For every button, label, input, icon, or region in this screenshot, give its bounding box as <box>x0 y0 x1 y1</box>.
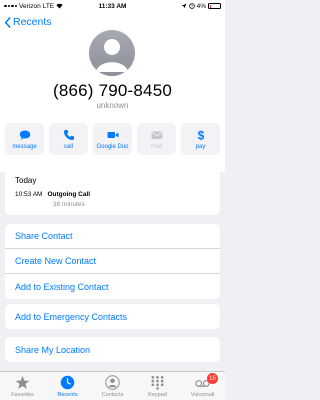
pay-button[interactable]: $ pay <box>181 123 220 155</box>
add-to-existing-contact-button[interactable]: Add to Existing Contact <box>5 274 220 299</box>
alarm-icon <box>188 3 195 9</box>
chevron-left-icon <box>4 16 11 28</box>
mail-icon <box>151 131 162 139</box>
phone-number: (866) 790-8450 <box>52 81 173 100</box>
tab-favorites-label: Favorites <box>11 392 34 398</box>
back-label: Recents <box>13 16 52 28</box>
svg-text:$: $ <box>197 129 204 141</box>
add-to-emergency-contacts-button[interactable]: Add to Emergency Contacts <box>5 304 220 329</box>
tab-keypad-label: Keypad <box>148 392 167 398</box>
status-bar: Verizon LTE 11:33 AM 4% <box>0 0 225 12</box>
mail-button[interactable]: mail <box>137 123 176 155</box>
call-date: Today <box>15 176 37 185</box>
tab-favorites[interactable]: Favorites <box>0 372 45 400</box>
pay-label: pay <box>195 143 206 150</box>
back-button[interactable]: Recents <box>4 16 52 28</box>
call-history-card: Today 10:53 AM Outgoing Call 38 minutes <box>5 167 220 215</box>
tab-contacts[interactable]: Contacts <box>90 372 135 400</box>
person-icon <box>105 375 120 390</box>
clock-icon <box>60 375 75 390</box>
call-type: Outgoing Call <box>47 191 91 198</box>
contact-header: Recents (866) 790-8450 unknown message c… <box>0 12 225 172</box>
contact-avatar <box>89 30 135 76</box>
phone-icon <box>63 129 74 140</box>
quick-actions: message call Google Duo mail $ pay <box>5 123 220 155</box>
network-type: LTE <box>42 2 55 10</box>
google-duo-label: Google Duo <box>96 143 129 150</box>
keypad-icon <box>151 376 164 390</box>
star-icon <box>15 375 30 389</box>
contact-label: unknown <box>96 101 129 110</box>
message-button[interactable]: message <box>5 123 44 155</box>
call-entry: 10:53 AM Outgoing Call <box>15 191 90 198</box>
signal-strength-icon <box>4 4 17 8</box>
emergency-group: Add to Emergency Contacts <box>5 304 220 329</box>
call-label: call <box>63 143 73 150</box>
tab-recents[interactable]: Recents <box>45 372 90 400</box>
tab-contacts-label: Contacts <box>101 392 124 398</box>
tab-voicemail-label: Voicemail <box>190 392 215 398</box>
create-new-contact-button[interactable]: Create New Contact <box>5 249 220 274</box>
carrier: Verizon <box>19 2 41 10</box>
voicemail-badge: 15 <box>207 373 218 384</box>
tab-bar: Favorites Recents Contacts Keypad Voicem… <box>0 371 225 400</box>
tab-voicemail[interactable]: Voicemail 15 <box>180 372 225 400</box>
share-my-location-button[interactable]: Share My Location <box>5 337 220 362</box>
message-label: message <box>12 143 37 150</box>
call-duration: 38 minutes <box>53 201 85 208</box>
location-group: Share My Location <box>5 337 220 362</box>
call-button[interactable]: call <box>49 123 88 155</box>
tab-keypad[interactable]: Keypad <box>135 372 180 400</box>
location-icon <box>181 3 186 9</box>
dollar-icon: $ <box>197 129 204 141</box>
wifi-icon <box>56 3 63 9</box>
message-icon <box>19 130 30 140</box>
google-duo-button[interactable]: Google Duo <box>93 123 132 155</box>
battery-icon <box>208 3 221 9</box>
tab-recents-label: Recents <box>57 392 78 398</box>
battery-percent: 4% <box>196 2 206 10</box>
call-time: 10:53 AM <box>15 191 43 198</box>
contact-actions-group: Share Contact Create New Contact Add to … <box>5 224 220 299</box>
video-icon <box>107 131 118 138</box>
person-silhouette-icon <box>96 39 128 72</box>
share-contact-button[interactable]: Share Contact <box>5 224 220 249</box>
mail-label: mail <box>150 143 162 150</box>
